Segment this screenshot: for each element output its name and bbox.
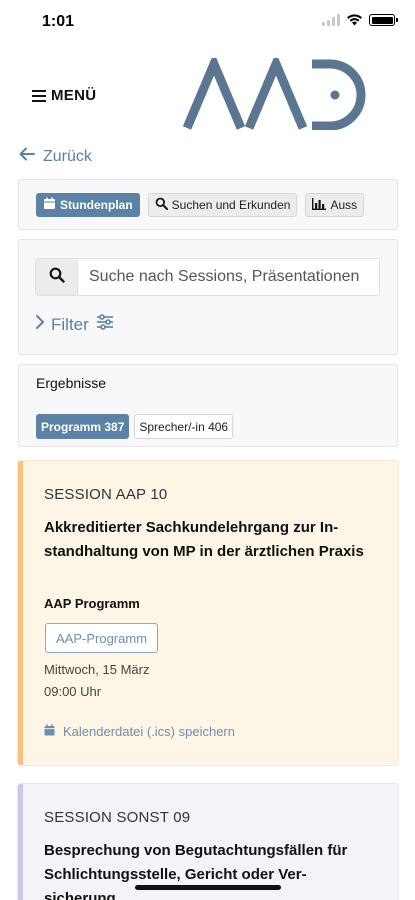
search-button[interactable] [36,259,78,295]
aad-logo [180,52,372,135]
menu-label: MENÜ [51,87,97,104]
session-code: SESSION SONST 09 [44,809,191,826]
session-card[interactable]: SESSION SONST 09 Besprechung von Begutac… [18,784,398,900]
results-tab-sprecher[interactable]: Sprecher/-in 406 [134,414,234,439]
search-icon [155,197,168,213]
search-field [35,258,380,296]
filter-toggle[interactable]: Filter [35,314,115,335]
status-bar: 1:01 [0,0,415,44]
results-title: Ergebnisse [36,375,107,391]
filter-label: Filter [51,314,89,334]
wifi-icon [346,14,363,26]
tab-aussteller[interactable]: Auss [305,193,365,217]
session-time: 09:00 Uhr [44,684,102,699]
tab-stundenplan-label: Stundenplan [60,198,133,212]
battery-icon [369,14,398,26]
session-program: AAP Programm [44,596,140,611]
back-link[interactable]: Zurück [19,147,92,166]
menu-button[interactable]: MENÜ [32,87,96,104]
session-tag[interactable]: AAP-Programm [45,623,159,653]
home-indicator [135,885,281,890]
back-link-label: Zurück [43,147,92,165]
status-icons [322,14,398,26]
cellular-signal-icon [322,14,340,26]
hamburger-icon [32,89,46,102]
status-time: 1:01 [42,13,75,30]
session-date: Mittwoch, 15 März [44,662,150,677]
sliders-icon [95,314,115,335]
view-tabs-bar: Stundenplan Suchen und Erkunden Auss [18,179,398,230]
tab-aussteller-label: Auss [330,198,358,212]
save-calendar-label: Kalenderdatei (.ics) speichern [63,724,235,739]
search-panel: Filter [18,239,398,355]
session-title: Besprechung von Begutachtungsfällen für … [44,842,348,900]
results-panel: Ergebnisse Programm 387 Sprecher/-in 406 [18,364,398,447]
session-code: SESSION AAP 10 [44,486,168,503]
search-input[interactable] [78,259,379,295]
bar-chart-icon [312,197,327,213]
save-calendar-link[interactable]: Kalenderdatei (.ics) speichern [44,724,235,739]
session-title: Akkreditierter Sachkundelehrgang zur In-… [44,519,364,560]
results-tab-programm[interactable]: Programm 387 [36,414,130,439]
search-icon [49,267,65,288]
tab-stundenplan[interactable]: Stundenplan [36,193,140,217]
calendar-icon [43,197,56,213]
tab-suchen-label: Suchen und Erkunden [171,198,291,212]
arrow-left-icon [19,147,35,166]
results-tabs: Programm 387 Sprecher/-in 406 [36,414,234,439]
chevron-right-icon [35,314,45,335]
tab-suchen-und-erkunden[interactable]: Suchen und Erkunden [147,193,298,217]
session-card[interactable]: SESSION AAP 10 Akkreditierter Sachkundel… [18,461,398,765]
calendar-icon [44,724,55,739]
